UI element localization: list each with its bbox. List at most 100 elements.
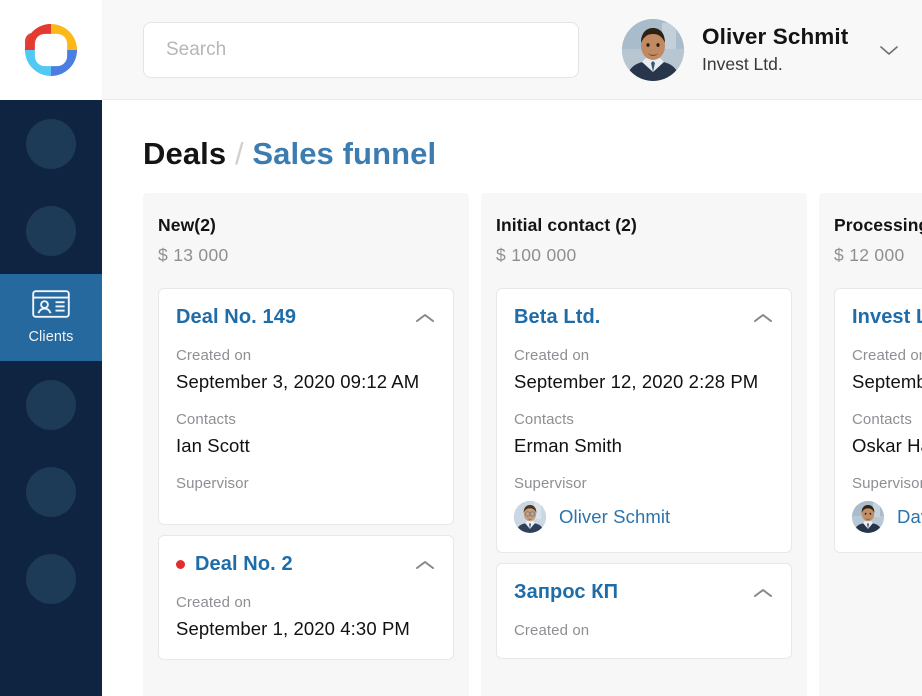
sidebar-nav: Clients: [0, 100, 102, 622]
created-field: Created on September 3, 2020 09:12 AM: [176, 347, 436, 393]
supervisor-row[interactable]: David: [852, 501, 922, 533]
created-field: Created on September 1, 2020 4:30 PM: [176, 594, 436, 640]
supervisor-field: Supervisor: [852, 475, 922, 533]
card-header: Запрос КП: [514, 581, 774, 604]
deal-title[interactable]: Invest Ltd: [852, 306, 922, 329]
breadcrumb-sales-funnel[interactable]: Sales funnel: [252, 136, 436, 171]
chevron-up-icon[interactable]: [414, 307, 436, 329]
placeholder-circle-icon: [26, 118, 76, 169]
deal-card[interactable]: Deal No. 2 Created on September 1, 2020 …: [158, 535, 454, 660]
chevron-up-icon[interactable]: [414, 554, 436, 576]
created-label: Created on: [176, 347, 252, 364]
placeholder-circle-icon: [26, 379, 76, 430]
deal-title[interactable]: Запрос КП: [514, 581, 618, 604]
card-header: Beta Ltd.: [514, 306, 774, 329]
placeholder-circle-icon: [26, 553, 76, 604]
user-name: Oliver Schmit: [702, 24, 849, 49]
column-title: Initial contact (2): [496, 215, 637, 235]
deal-card[interactable]: Запрос КП Created on: [496, 563, 792, 659]
contacts-label: Contacts: [176, 411, 236, 428]
column-sum: $ 12 000: [834, 245, 905, 265]
crm-app: Clients Search Oliver Schmit Invest Ltd.…: [0, 0, 922, 696]
sidebar-item-placeholder-3[interactable]: [0, 361, 102, 448]
deal-title[interactable]: Deal No. 149: [176, 306, 296, 329]
placeholder-circle-icon: [26, 205, 76, 256]
card-header: Invest Ltd: [852, 306, 922, 329]
chevron-down-icon[interactable]: [878, 43, 900, 57]
created-label: Created on: [852, 347, 922, 364]
card-title-wrap: Deal No. 2: [176, 553, 293, 576]
supervisor-label: Supervisor: [514, 475, 587, 492]
column-title: Processing (1: [834, 215, 922, 235]
created-value: September 1: [852, 371, 922, 392]
card-header: Deal No. 149: [176, 306, 436, 329]
board-column-initial-contact: Initial contact (2) $ 100 000 Beta Ltd.: [481, 193, 807, 696]
contacts-field: Contacts Ian Scott: [176, 411, 436, 457]
app-logo[interactable]: [0, 0, 102, 100]
sidebar: Clients: [0, 0, 102, 696]
deal-card[interactable]: Beta Ltd. Created on September 12, 2020 …: [496, 288, 792, 553]
contacts-field: Contacts Erman Smith: [514, 411, 774, 457]
chevron-up-icon[interactable]: [752, 307, 774, 329]
user-org: Invest Ltd.: [702, 54, 783, 75]
created-value: September 1, 2020 4:30 PM: [176, 618, 410, 639]
sidebar-item-clients[interactable]: Clients: [0, 274, 102, 361]
placeholder-circle-icon: [26, 466, 76, 517]
card-title-wrap: Deal No. 149: [176, 306, 296, 329]
supervisor-avatar: [514, 501, 546, 533]
supervisor-name[interactable]: David: [897, 506, 922, 528]
column-sum: $ 13 000: [158, 245, 229, 265]
contacts-value: Erman Smith: [514, 435, 623, 456]
sidebar-item-label: Clients: [28, 329, 74, 345]
main-content: Deals / Sales funnel New(2) $ 13 000 Dea…: [102, 100, 922, 696]
column-title: New(2): [158, 215, 216, 235]
sidebar-item-placeholder-2[interactable]: [0, 187, 102, 274]
created-label: Created on: [176, 594, 252, 611]
user-menu[interactable]: Oliver Schmit Invest Ltd.: [622, 18, 900, 81]
deal-card[interactable]: Deal No. 149 Created on September 3, 202…: [158, 288, 454, 525]
card-title-wrap: Beta Ltd.: [514, 306, 600, 329]
supervisor-name[interactable]: Oliver Schmit: [559, 506, 670, 528]
sidebar-item-placeholder-1[interactable]: [0, 100, 102, 187]
card-title-wrap: Invest Ltd: [852, 306, 922, 329]
breadcrumb-deals[interactable]: Deals: [143, 136, 226, 171]
deal-title[interactable]: Deal No. 2: [195, 553, 293, 576]
user-avatar: [622, 18, 684, 81]
created-field: Created on September 1: [852, 347, 922, 393]
card-header: Deal No. 2: [176, 553, 436, 576]
column-cards: Deal No. 149 Created on September 3, 202…: [158, 288, 454, 660]
search-input[interactable]: [143, 21, 579, 78]
contacts-value: Ian Scott: [176, 435, 250, 456]
user-info: Oliver Schmit Invest Ltd.: [702, 23, 848, 76]
supervisor-value: [176, 499, 436, 505]
created-label: Created on: [514, 622, 590, 639]
created-label: Created on: [514, 347, 590, 364]
created-field: Created on September 12, 2020 2:28 PM: [514, 347, 774, 393]
supervisor-label: Supervisor: [176, 475, 249, 492]
pinwheel-logo-icon: [24, 23, 78, 77]
topbar: Oliver Schmit Invest Ltd.: [102, 0, 922, 100]
column-cards: Beta Ltd. Created on September 12, 2020 …: [496, 288, 792, 659]
status-dot-icon: [176, 560, 185, 569]
contacts-label: Contacts: [852, 411, 912, 428]
supervisor-row[interactable]: Oliver Schmit: [514, 501, 774, 533]
deal-title[interactable]: Beta Ltd.: [514, 306, 600, 329]
contacts-field: Contacts Oskar Hans: [852, 411, 922, 457]
supervisor-field: Supervisor: [176, 475, 436, 505]
sidebar-item-placeholder-4[interactable]: [0, 448, 102, 535]
supervisor-avatar: [852, 501, 884, 533]
created-field: Created on: [514, 622, 774, 639]
column-cards: Invest Ltd Created on September 1 Contac…: [834, 288, 922, 553]
contacts-label: Contacts: [514, 411, 574, 428]
contacts-value: Oskar Hans: [852, 435, 922, 456]
card-title-wrap: Запрос КП: [514, 581, 618, 604]
chevron-up-icon[interactable]: [752, 582, 774, 604]
breadcrumb-separator: /: [234, 136, 244, 171]
breadcrumb: Deals / Sales funnel: [143, 136, 922, 172]
column-sum: $ 100 000: [496, 245, 577, 265]
supervisor-field: Supervisor: [514, 475, 774, 533]
created-value: September 3, 2020 09:12 AM: [176, 371, 420, 392]
deal-card[interactable]: Invest Ltd Created on September 1 Contac…: [834, 288, 922, 553]
board-column-new: New(2) $ 13 000 Deal No. 149 Created on …: [143, 193, 469, 696]
sidebar-item-placeholder-5[interactable]: [0, 535, 102, 622]
